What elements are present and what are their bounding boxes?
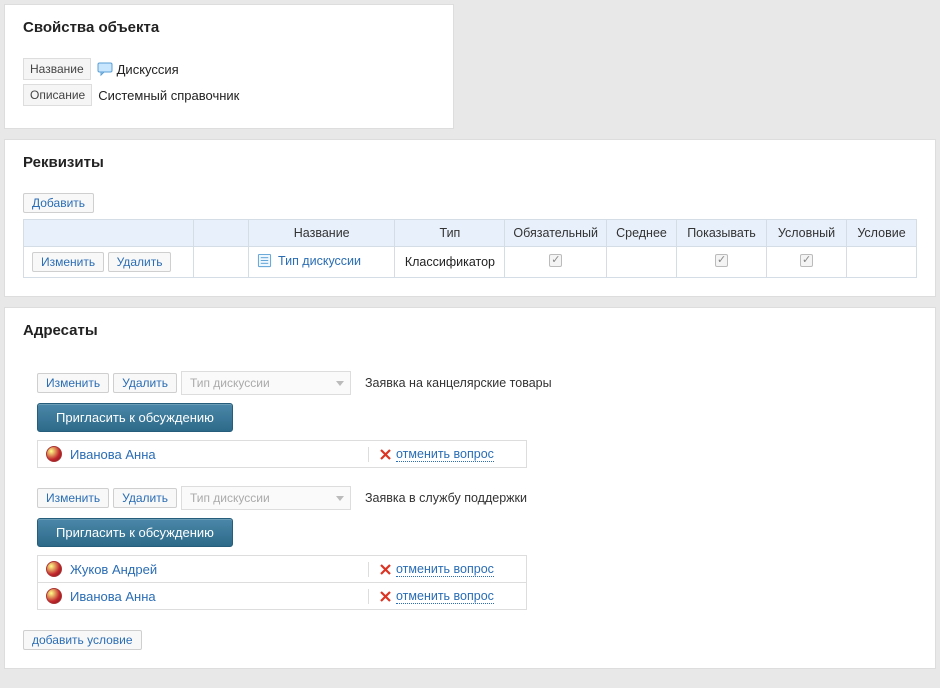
name-label: Название: [23, 58, 91, 80]
show-checkbox: [715, 254, 728, 267]
edit-button[interactable]: Изменить: [37, 373, 109, 393]
row-name-link[interactable]: Тип дискуссии: [278, 254, 361, 268]
avatar-icon: [46, 561, 62, 577]
row-type: Классификатор: [395, 247, 505, 278]
doc-icon: [257, 253, 272, 268]
x-icon: [379, 448, 392, 461]
discussion-type-select[interactable]: Тип дискуссии: [181, 486, 351, 510]
delete-button[interactable]: Удалить: [113, 373, 177, 393]
add-button[interactable]: Добавить: [23, 193, 94, 213]
speech-bubble-icon: [97, 61, 113, 77]
desc-value: Системный справочник: [98, 88, 239, 103]
participant-name-link[interactable]: Иванова Анна: [70, 589, 360, 604]
properties-title: Свойства объекта: [23, 19, 435, 36]
invite-button[interactable]: Пригласить к обсуждению: [37, 518, 233, 547]
delete-button[interactable]: Удалить: [113, 488, 177, 508]
name-row: Название Дискуссия: [23, 58, 435, 80]
edit-button[interactable]: Изменить: [32, 252, 104, 272]
requisites-table: Название Тип Обязательный Среднее Показы…: [23, 219, 917, 278]
recipients-panel: Адресаты Изменить Удалить Тип дискуссии …: [4, 307, 936, 669]
col-show: Показывать: [677, 220, 767, 247]
recipients-title: Адресаты: [23, 322, 917, 339]
avatar-icon: [46, 588, 62, 604]
cancel-question-link[interactable]: отменить вопрос: [396, 447, 494, 462]
recipient-block: Изменить Удалить Тип дискуссии Заявка в …: [23, 486, 917, 610]
block-note: Заявка на канцелярские товары: [365, 376, 552, 390]
cond-checkbox: [800, 254, 813, 267]
cancel-question-link[interactable]: отменить вопрос: [396, 589, 494, 604]
col-cond-expr: Условие: [847, 220, 917, 247]
invite-button[interactable]: Пригласить к обсуждению: [37, 403, 233, 432]
required-checkbox: [549, 254, 562, 267]
col-avg: Среднее: [607, 220, 677, 247]
participant-name-link[interactable]: Жуков Андрей: [70, 562, 360, 577]
avatar-icon: [46, 446, 62, 462]
col-required: Обязательный: [505, 220, 607, 247]
delete-button[interactable]: Удалить: [108, 252, 172, 272]
desc-label: Описание: [23, 84, 92, 106]
add-condition-button[interactable]: добавить условие: [23, 630, 142, 650]
participant-row: Иванова Анна отменить вопрос: [38, 440, 526, 467]
col-name: Название: [249, 220, 395, 247]
object-properties-panel: Свойства объекта Название Дискуссия Опис…: [4, 4, 454, 129]
requisites-panel: Реквизиты Добавить Название Тип Обязател…: [4, 139, 936, 297]
participant-list: Иванова Анна отменить вопрос: [37, 440, 527, 468]
edit-button[interactable]: Изменить: [37, 488, 109, 508]
name-value: Дискуссия: [117, 62, 179, 77]
desc-row: Описание Системный справочник: [23, 84, 435, 106]
requisites-title: Реквизиты: [23, 154, 917, 171]
table-row: Изменить Удалить Тип дискуссии Классифик…: [24, 247, 917, 278]
cancel-question-link[interactable]: отменить вопрос: [396, 562, 494, 577]
block-note: Заявка в службу поддержки: [365, 491, 527, 505]
participant-row: Жуков Андрей отменить вопрос: [38, 555, 526, 582]
participant-row: Иванова Анна отменить вопрос: [38, 582, 526, 609]
recipient-block: Изменить Удалить Тип дискуссии Заявка на…: [23, 371, 917, 468]
col-cond: Условный: [767, 220, 847, 247]
x-icon: [379, 563, 392, 576]
discussion-type-select[interactable]: Тип дискуссии: [181, 371, 351, 395]
x-icon: [379, 590, 392, 603]
participant-name-link[interactable]: Иванова Анна: [70, 447, 360, 462]
table-header-row: Название Тип Обязательный Среднее Показы…: [24, 220, 917, 247]
participant-list: Жуков Андрей отменить вопрос Иванова Анн…: [37, 555, 527, 610]
col-type: Тип: [395, 220, 505, 247]
